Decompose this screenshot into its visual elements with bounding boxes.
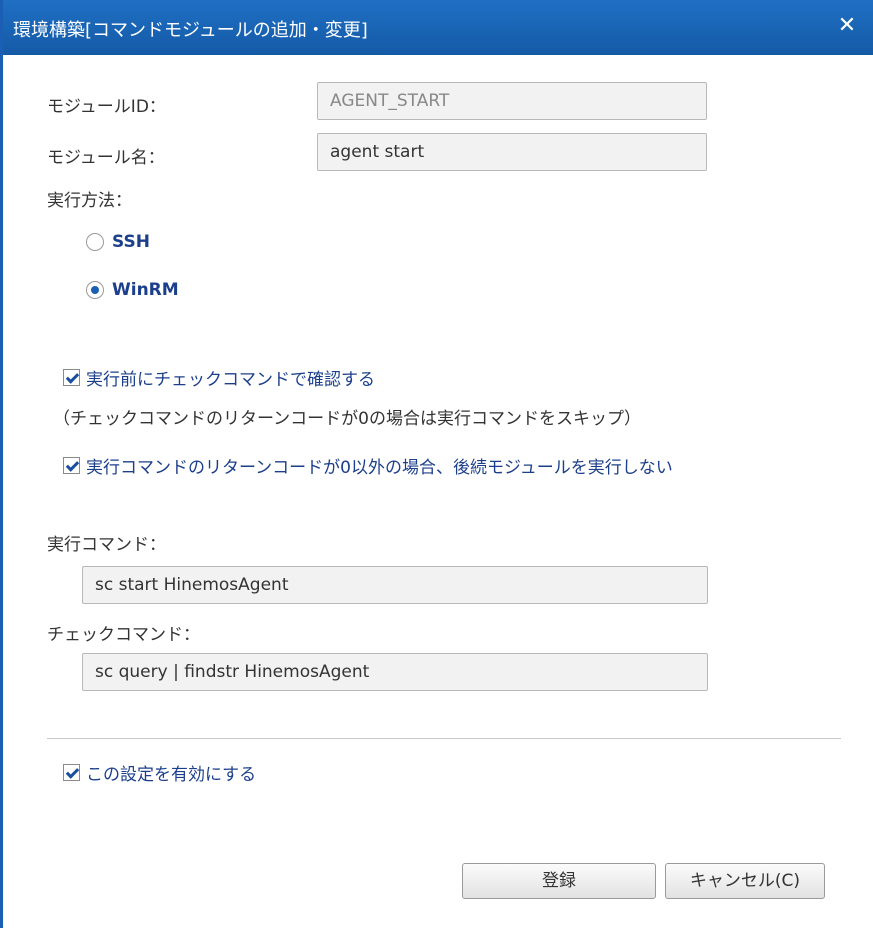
radio-option-ssh[interactable]: SSH: [86, 232, 150, 252]
enable-checkbox[interactable]: [63, 764, 80, 781]
check-command-label: チェックコマンド：: [47, 625, 200, 645]
enable-option[interactable]: この設定を有効にする: [63, 760, 256, 785]
divider: [47, 738, 841, 739]
radio-ssh-label: SSH: [112, 232, 150, 252]
precheck-note: （チェックコマンドのリターンコードが0の場合は実行コマンドをスキップ）: [53, 409, 641, 429]
title-bar[interactable]: 環境構築[コマンドモジュールの追加・変更] ✕: [3, 0, 873, 55]
dialog-title: 環境構築[コマンドモジュールの追加・変更]: [13, 20, 368, 41]
stop-on-error-checkbox[interactable]: [63, 457, 80, 474]
module-name-label: モジュール名：: [47, 148, 165, 168]
radio-winrm-label: WinRM: [112, 280, 179, 300]
module-dialog: 環境構築[コマンドモジュールの追加・変更] ✕ モジュールID： AGENT_S…: [0, 0, 873, 928]
enable-checkbox-label: この設定を有効にする: [86, 765, 257, 785]
register-button[interactable]: 登録: [462, 863, 656, 899]
precheck-option[interactable]: 実行前にチェックコマンドで確認する: [63, 365, 375, 390]
module-id-label: モジュールID：: [47, 97, 166, 117]
radio-ssh[interactable]: [86, 233, 104, 251]
module-id-field[interactable]: AGENT_START: [317, 82, 707, 120]
exec-command-field[interactable]: sc start HinemosAgent: [82, 566, 708, 604]
exec-method-label: 実行方法：: [47, 191, 132, 211]
precheck-checkbox[interactable]: [63, 369, 80, 386]
stop-on-error-option[interactable]: 実行コマンドのリターンコードが0以外の場合、後続モジュールを実行しない: [63, 453, 673, 478]
check-command-field[interactable]: sc query | findstr HinemosAgent: [82, 653, 708, 691]
radio-option-winrm[interactable]: WinRM: [86, 280, 179, 300]
stop-on-error-checkbox-label: 実行コマンドのリターンコードが0以外の場合、後続モジュールを実行しない: [86, 458, 673, 478]
module-name-field[interactable]: agent start: [317, 133, 707, 171]
cancel-button[interactable]: キャンセル(C): [665, 863, 825, 899]
close-icon[interactable]: ✕: [833, 12, 861, 40]
precheck-checkbox-label: 実行前にチェックコマンドで確認する: [86, 370, 375, 390]
exec-command-label: 実行コマンド：: [47, 535, 166, 555]
radio-winrm[interactable]: [86, 281, 104, 299]
